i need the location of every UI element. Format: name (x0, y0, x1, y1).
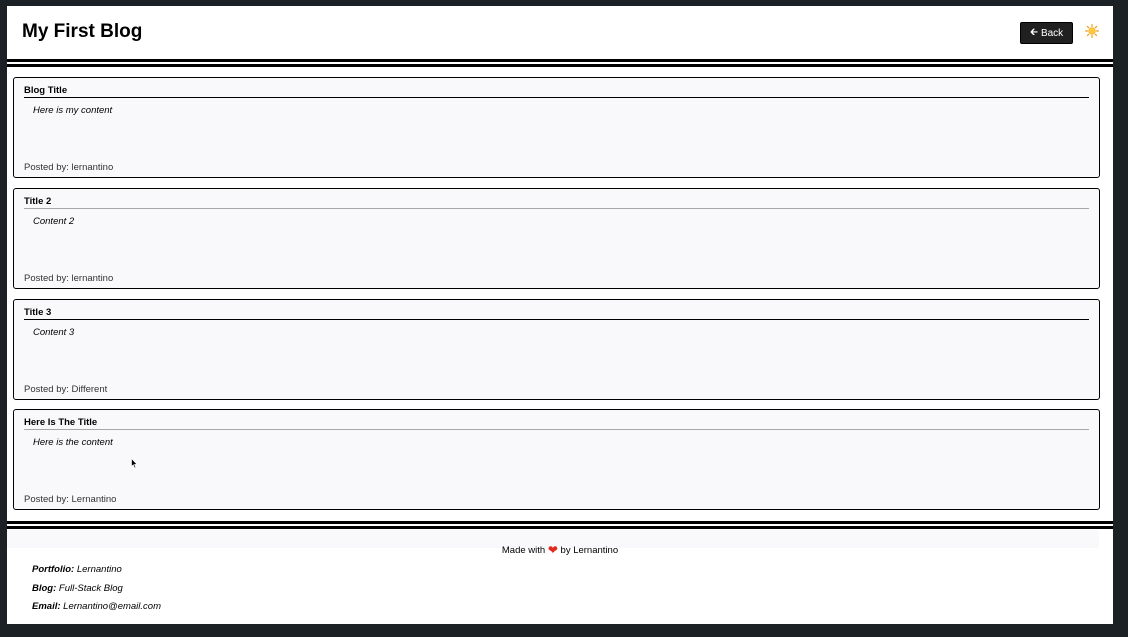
post-card[interactable]: Title 3 Content 3 Posted by: Different (13, 299, 1100, 400)
footer-email: Email: Lernantino@email.com (32, 601, 161, 613)
post-title: Title 2 (24, 196, 1089, 209)
made-with-prefix: Made with (501, 545, 546, 556)
post-title: Title 3 (24, 307, 1089, 320)
footer-blog: Blog: Full-Stack Blog (32, 583, 123, 595)
made-with-suffix: by Lernantino (560, 545, 619, 556)
post-title: Here Is The Title (24, 417, 1089, 430)
sun-icon[interactable] (1085, 24, 1099, 38)
post-card[interactable]: Blog Title Here is my content Posted by:… (13, 77, 1100, 178)
footer-email-label: Email: (32, 601, 61, 612)
footer-portfolio: Portfolio: Lernantino (32, 564, 122, 576)
made-with-text: Made with ❤ by Lernantino (7, 543, 1113, 557)
footer-divider (7, 521, 1113, 529)
back-button[interactable]: 🡰 Back (1020, 22, 1073, 44)
post-author: Posted by: Different (24, 384, 108, 395)
footer-portfolio-label: Portfolio: (32, 564, 75, 575)
post-card[interactable]: Title 2 Content 2 Posted by: lernantino (13, 188, 1100, 289)
post-author: Posted by: lernantino (24, 162, 114, 173)
site-header: My First Blog 🡰 Back (7, 6, 1113, 58)
footer-blog-label: Blog: (32, 583, 57, 594)
mouse-cursor-icon (131, 458, 138, 469)
footer-portfolio-link[interactable]: Lernantino (77, 564, 122, 575)
site-footer: Made with ❤ by Lernantino Portfolio: Ler… (7, 530, 1113, 624)
site-title: My First Blog (22, 21, 143, 42)
post-content: Here is my content (33, 105, 113, 116)
footer-email-link[interactable]: Lernantino@email.com (63, 601, 161, 612)
post-card[interactable]: Here Is The Title Here is the content Po… (13, 409, 1100, 510)
heart-icon: ❤ (547, 543, 558, 557)
post-title: Blog Title (24, 85, 1089, 98)
arrow-left-icon: 🡰 (1029, 27, 1038, 38)
footer-blog-link[interactable]: Full-Stack Blog (59, 583, 123, 594)
post-author: Posted by: lernantino (24, 273, 114, 284)
post-content: Here is the content (33, 437, 113, 448)
post-content: Content 3 (33, 327, 75, 338)
header-divider (7, 59, 1113, 67)
page: My First Blog 🡰 Back Blog Title Here is … (7, 6, 1113, 624)
back-button-label: Back (1040, 27, 1064, 39)
post-author: Posted by: Lernantino (24, 494, 117, 505)
post-content: Content 2 (33, 216, 75, 227)
